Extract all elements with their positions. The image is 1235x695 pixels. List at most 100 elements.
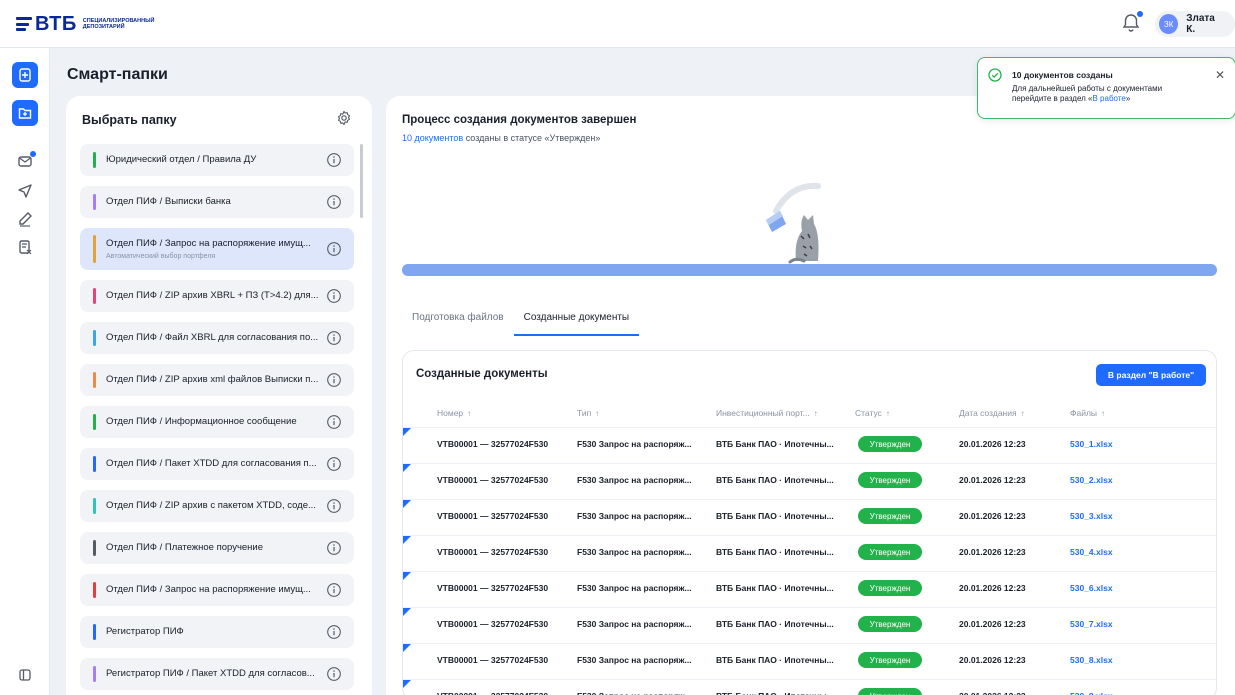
gear-icon[interactable]	[336, 110, 352, 126]
info-icon[interactable]	[326, 241, 342, 257]
file-link[interactable]: 530_8.xlsx	[1070, 655, 1113, 665]
folder-item[interactable]: Юридический отдел / Правила ДУ	[80, 144, 354, 176]
folder-item[interactable]: Отдел ПИФ / ZIP архив XBRL + ПЗ (Т>4.2) …	[80, 280, 354, 312]
sort-arrow-icon: ↑	[813, 409, 818, 418]
file-link[interactable]: 530_1.xlsx	[1070, 439, 1113, 449]
column-number-header[interactable]: Номер ↑	[437, 408, 471, 418]
file-link[interactable]: 530_7.xlsx	[1070, 619, 1113, 629]
folder-item[interactable]: Отдел ПИФ / ZIP архив xml файлов Выписки…	[80, 364, 354, 396]
table-row[interactable]: VTB00001 — 32577024F530 F530 Запрос на ра…	[403, 643, 1216, 676]
main-panel: Процесс создания документов завершен 10 …	[386, 96, 1235, 695]
info-icon[interactable]	[326, 152, 342, 168]
cell-date: 20.01.2026 12:23	[959, 475, 1026, 485]
info-icon[interactable]	[326, 330, 342, 346]
info-icon[interactable]	[326, 498, 342, 514]
progress-bar	[402, 264, 1217, 276]
folder-name: Отдел ПИФ / Файл XBRL для согласования п…	[106, 332, 319, 343]
inbox-dot	[30, 151, 36, 157]
folder-color-bar	[93, 540, 96, 556]
folder-name: Отдел ПИФ / Платежное поручение	[106, 542, 264, 553]
cell-date: 20.01.2026 12:23	[959, 655, 1026, 665]
info-icon[interactable]	[326, 666, 342, 682]
rail-rejected-docs-button[interactable]	[12, 234, 38, 260]
toast-in-work-link[interactable]: В работе	[1093, 94, 1126, 103]
table-row[interactable]: VTB00001 — 32577024F530 F530 Запрос на ра…	[403, 679, 1216, 695]
toast-title: 10 документов созданы	[1012, 70, 1113, 80]
folder-item[interactable]: Регистратор ПИФ	[80, 616, 354, 648]
cell-date: 20.01.2026 12:23	[959, 691, 1026, 695]
rail-sign-button[interactable]	[12, 206, 38, 232]
column-date-header[interactable]: Дата создания ↑	[959, 408, 1025, 418]
folder-item[interactable]: Отдел ПИФ / Платежное поручение	[80, 532, 354, 564]
cell-type: F530 Запрос на распоряж...	[577, 475, 692, 485]
folder-item[interactable]: Отдел ПИФ / Пакет XTDD для согласования …	[80, 448, 354, 480]
left-rail	[0, 48, 50, 695]
folder-item[interactable]: Отдел ПИФ / Выписки банка	[80, 186, 354, 218]
folder-item[interactable]: Регистратор ПИФ / Пакет XTDD для согласо…	[80, 658, 354, 690]
table-row[interactable]: VTB00001 — 32577024F530 F530 Запрос на ра…	[403, 427, 1216, 460]
column-status-header[interactable]: Статус ↑	[855, 408, 890, 418]
cell-date: 20.01.2026 12:23	[959, 583, 1026, 593]
tab-file-preparation[interactable]: Подготовка файлов	[402, 304, 514, 336]
file-link[interactable]: 530_6.xlsx	[1070, 583, 1113, 593]
process-title: Процесс создания документов завершен	[402, 114, 637, 126]
table-row[interactable]: VTB00001 — 32577024F530 F530 Запрос на ра…	[403, 463, 1216, 496]
new-flag-icon	[403, 680, 411, 688]
rail-upload-button[interactable]	[12, 62, 38, 88]
folder-name: Отдел ПИФ / Информационное сообщение	[106, 416, 297, 427]
documents-count-link[interactable]: 10 документов	[402, 133, 463, 143]
info-icon[interactable]	[326, 624, 342, 640]
cell-number: VTB00001 — 32577024F530	[437, 547, 549, 557]
folder-name: Регистратор ПИФ	[106, 626, 184, 637]
folder-item[interactable]: Отдел ПИФ / ZIP архив с пакетом XTDD, со…	[80, 490, 354, 522]
table-row[interactable]: VTB00001 — 32577024F530 F530 Запрос на ра…	[403, 607, 1216, 640]
cell-type: F530 Запрос на распоряж...	[577, 583, 692, 593]
rail-send-button[interactable]	[12, 178, 38, 204]
table-row[interactable]: VTB00001 — 32577024F530 F530 Запрос на ра…	[403, 535, 1216, 568]
user-menu[interactable]: ЗК Злата К.	[1155, 11, 1235, 37]
success-toast: 10 документов созданы Для дальнейшей раб…	[977, 57, 1235, 119]
folder-name: Отдел ПИФ / Запрос на распоряжение имущ.…	[106, 238, 311, 249]
info-icon[interactable]	[326, 288, 342, 304]
folder-item[interactable]: Отдел ПИФ / Информационное сообщение	[80, 406, 354, 438]
rail-smart-folders-button[interactable]	[12, 100, 38, 126]
column-files-header[interactable]: Файлы ↑	[1070, 408, 1105, 418]
tab-created-documents[interactable]: Созданные документы	[513, 304, 640, 336]
vtb-logo[interactable]: ВТБ Специализированный депозитарий	[16, 14, 154, 34]
file-link[interactable]: 530_2.xlsx	[1070, 475, 1113, 485]
folder-item[interactable]: Отдел ПИФ / Файл XBRL для согласования п…	[80, 322, 354, 354]
top-bar: ВТБ Специализированный депозитарий ЗК Зл…	[0, 0, 1235, 48]
info-icon[interactable]	[326, 456, 342, 472]
created-documents-card: Созданные документы В раздел "В работе" …	[402, 350, 1217, 695]
folder-item[interactable]: Отдел ПИФ / Запрос на распоряжение имущ.…	[80, 574, 354, 606]
file-link[interactable]: 530_3.xlsx	[1070, 511, 1113, 521]
info-icon[interactable]	[326, 194, 342, 210]
cell-portfolio: ВТБ Банк ПАО · Ипотечны...	[716, 547, 834, 557]
column-portfolio-header[interactable]: Инвестиционный порт... ↑	[716, 408, 818, 418]
folder-plus-icon	[18, 108, 32, 119]
status-badge: Утвержден	[858, 652, 922, 668]
tab-bar: Подготовка файлов Созданные документы	[402, 304, 640, 336]
table-row[interactable]: VTB00001 — 32577024F530 F530 Запрос на ра…	[403, 571, 1216, 604]
close-icon[interactable]: ✕	[1215, 68, 1225, 82]
file-link[interactable]: 530_4.xlsx	[1070, 547, 1113, 557]
toast-message: Для дальнейшей работы с документами пере…	[1012, 84, 1163, 103]
rail-collapse-button[interactable]	[12, 662, 38, 688]
info-icon[interactable]	[326, 414, 342, 430]
new-flag-icon	[403, 500, 411, 508]
file-link[interactable]: 530_9.xlsx	[1070, 691, 1113, 695]
folder-color-bar	[93, 288, 96, 304]
folder-name: Отдел ПИФ / Запрос на распоряжение имущ.…	[106, 584, 311, 595]
column-type-header[interactable]: Тип ↑	[577, 408, 599, 418]
folder-name: Регистратор ПИФ / Пакет XTDD для согласо…	[106, 668, 315, 679]
info-icon[interactable]	[326, 540, 342, 556]
folder-item[interactable]: Отдел ПИФ / Запрос на распоряжение имущ.…	[80, 228, 354, 270]
info-icon[interactable]	[326, 372, 342, 388]
folder-scrollbar[interactable]	[360, 144, 363, 218]
cell-portfolio: ВТБ Банк ПАО · Ипотечны...	[716, 439, 834, 449]
folder-panel-title: Выбрать папку	[82, 113, 177, 127]
new-flag-icon	[403, 644, 411, 652]
info-icon[interactable]	[326, 582, 342, 598]
go-to-in-work-button[interactable]: В раздел "В работе"	[1096, 364, 1206, 386]
table-row[interactable]: VTB00001 — 32577024F530 F530 Запрос на ра…	[403, 499, 1216, 532]
